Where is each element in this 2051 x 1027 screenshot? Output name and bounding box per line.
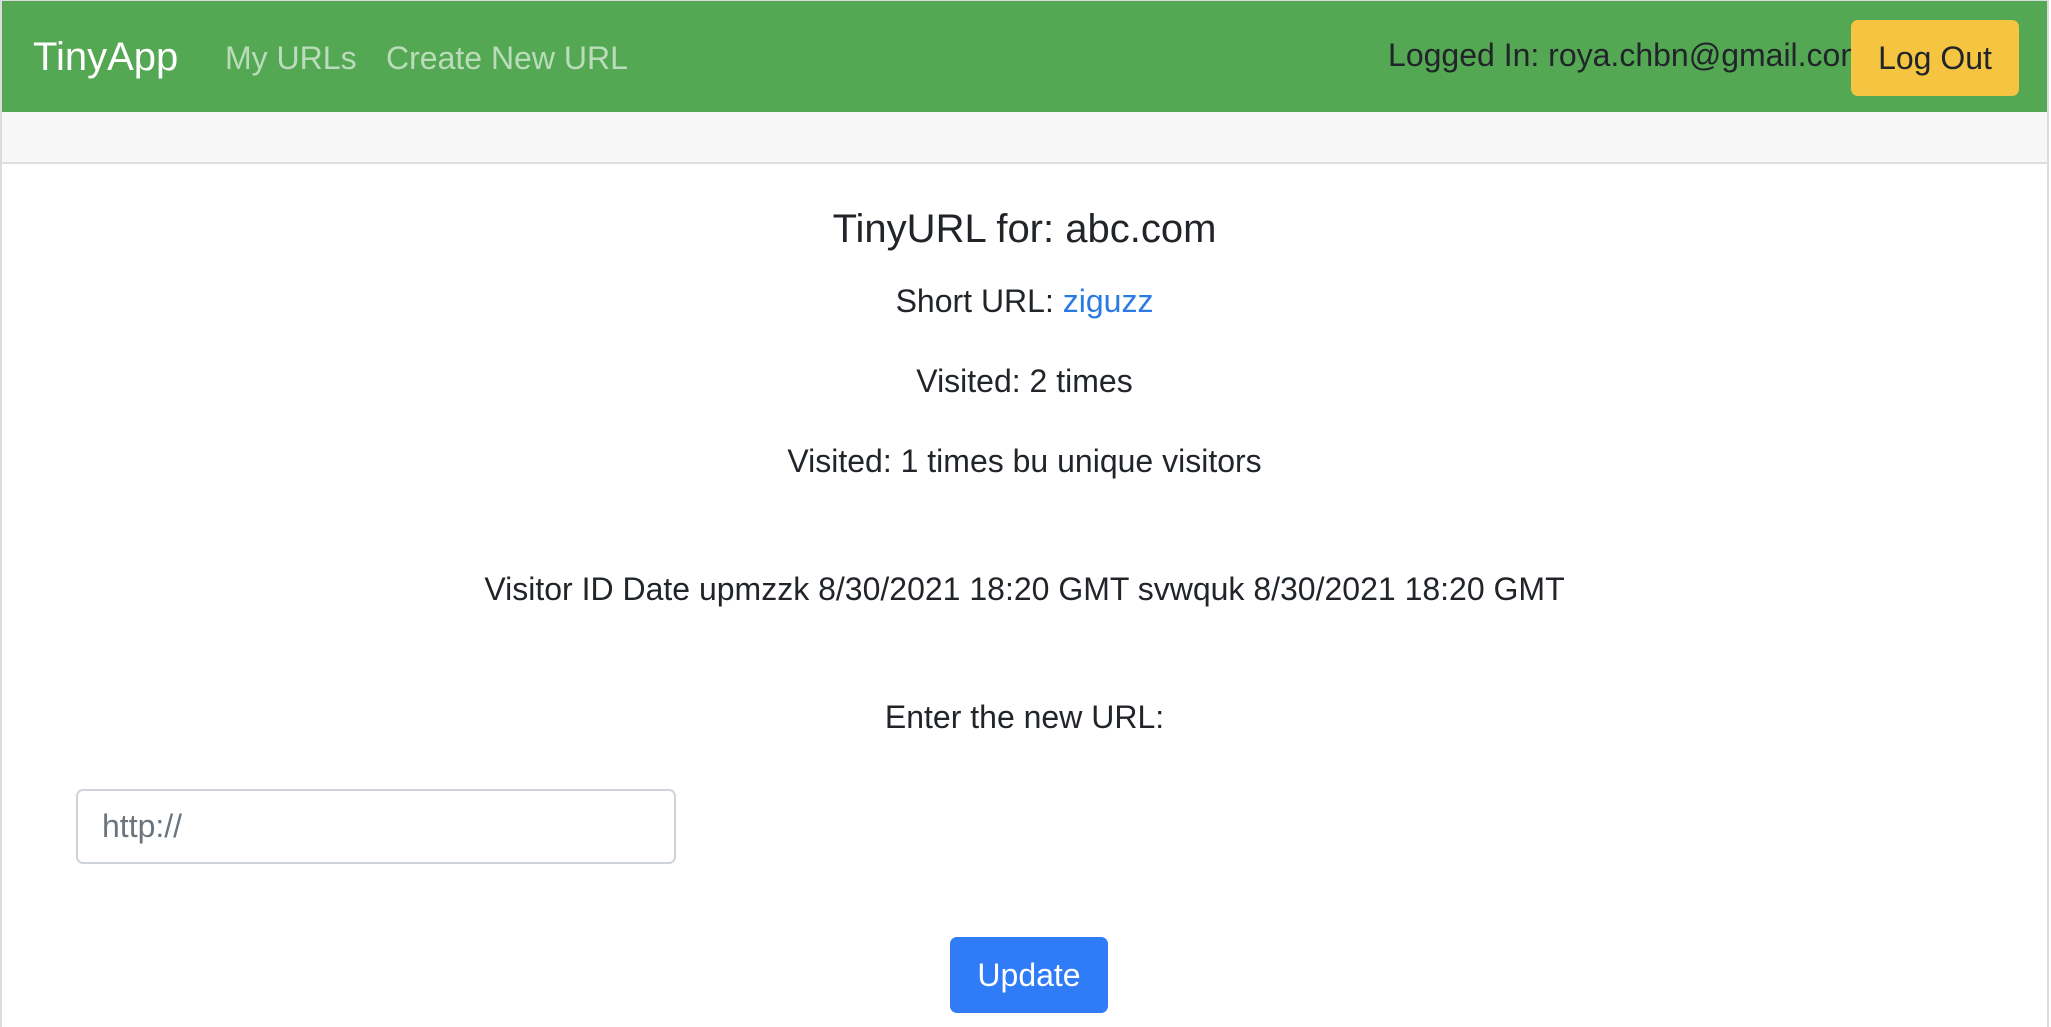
logout-button[interactable]: Log Out [1851, 20, 2019, 96]
table-cell-visitor-id: upmzzk [698, 571, 810, 607]
page-title: TinyURL for: abc.com [832, 207, 1217, 251]
unique-visit-count: Visited: 1 times bu unique visitors [787, 443, 1262, 479]
nav-link-my-urls[interactable]: My URLs [225, 38, 357, 78]
table-cell-date: 8/30/2021 18:20 GMT [1253, 571, 1565, 607]
short-url-link[interactable]: ziguzz [1063, 283, 1154, 319]
table-header-visitor-id: Visitor ID [484, 571, 614, 607]
logged-in-label: Logged In: [1388, 37, 1549, 73]
header-subbar [2, 112, 2047, 164]
visit-count: Visited: 2 times [916, 363, 1133, 399]
new-url-label: Enter the new URL: [884, 699, 1165, 735]
brand-link[interactable]: TinyApp [33, 33, 178, 81]
nav-link-create-new-url[interactable]: Create New URL [386, 38, 628, 78]
short-url-label: Short URL: [895, 283, 1063, 319]
table-cell-date: 8/30/2021 18:20 GMT [818, 571, 1129, 607]
table-cell-visitor-id: svwquk [1137, 571, 1245, 607]
user-email: roya.chbn@gmail.com [1548, 37, 1867, 73]
navbar: TinyApp My URLs Create New URL Logged In… [2, 0, 2047, 112]
visitors-table: Visitor ID Date upmzzk 8/30/2021 18:20 G… [2, 569, 2047, 609]
table-header-date: Date [622, 571, 691, 607]
update-button[interactable]: Update [950, 937, 1108, 1013]
new-url-input[interactable] [76, 789, 676, 864]
short-url-row: Short URL: ziguzz [2, 281, 2047, 321]
page: TinyApp My URLs Create New URL Logged In… [0, 0, 2049, 1027]
logged-in-status: Logged In: roya.chbn@gmail.com [1388, 35, 1867, 75]
